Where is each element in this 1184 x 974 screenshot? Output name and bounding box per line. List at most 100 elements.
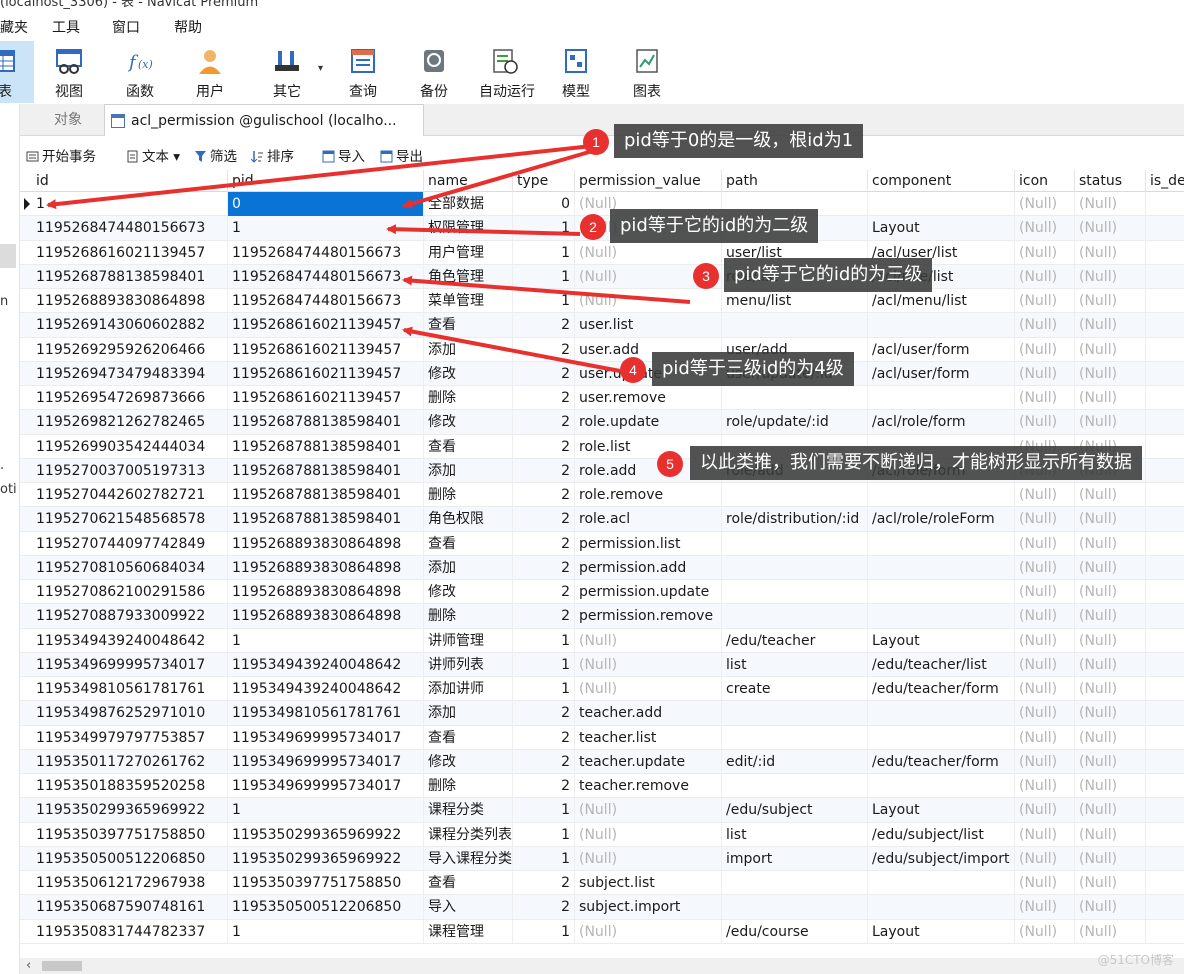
cell-pid[interactable]: 1195268474480156673 — [228, 240, 424, 265]
cell-icon[interactable]: (Null) — [1015, 919, 1075, 944]
scroll-left-icon[interactable]: ‹ — [26, 958, 31, 973]
cell-type[interactable]: 2 — [513, 725, 575, 750]
cell-type[interactable]: 2 — [513, 701, 575, 726]
cell-type[interactable]: 2 — [513, 410, 575, 435]
cell-pid[interactable]: 1195349699995734017 — [228, 749, 424, 774]
cell-name[interactable]: 导入课程分类 — [424, 846, 513, 871]
cell-icon[interactable]: (Null) — [1015, 749, 1075, 774]
cell-component[interactable] — [868, 313, 1015, 338]
table-row[interactable]: 1195350188359520258 1195349699995734017 删除… — [20, 774, 1184, 799]
cell-component[interactable]: /acl/role/roleForm — [868, 507, 1015, 532]
cell-status[interactable]: (Null) — [1075, 774, 1146, 798]
tab-acl-permission[interactable]: acl_permission @gulischool (localho... — [104, 104, 424, 136]
cell-type[interactable]: 2 — [513, 749, 575, 774]
column-header-component[interactable]: component — [868, 170, 1015, 192]
cell-type[interactable]: 2 — [513, 871, 575, 895]
cell-permission-value[interactable]: permission.update — [575, 580, 722, 604]
cell-icon[interactable]: (Null) — [1015, 240, 1075, 265]
cell-id[interactable]: 1195349876252971010 — [32, 701, 228, 726]
cell-type[interactable]: 1 — [513, 798, 575, 823]
cell-permission-value[interactable]: teacher.add — [575, 701, 722, 726]
cell-pid[interactable]: 1195268893830864898 — [228, 580, 424, 604]
menu-window[interactable]: 窗口 — [112, 17, 140, 37]
cell-id[interactable]: 1195349699995734017 — [32, 652, 228, 677]
cell-id[interactable]: 1 — [32, 192, 228, 216]
table-row[interactable]: 1195269547269873666 1195268616021139457 删除… — [20, 386, 1184, 411]
cell-id[interactable]: 1195349979797753857 — [32, 725, 228, 750]
cell-pid[interactable]: 1195349439240048642 — [228, 652, 424, 677]
cell-name[interactable]: 菜单管理 — [424, 289, 513, 313]
cell-component[interactable] — [868, 531, 1015, 556]
cell-type[interactable]: 1 — [513, 264, 575, 289]
cell-name[interactable]: 课程分类 — [424, 798, 513, 823]
cell-icon[interactable]: (Null) — [1015, 216, 1075, 241]
cell-permission-value[interactable]: (Null) — [575, 652, 722, 677]
cell-name[interactable]: 课程管理 — [424, 919, 513, 944]
cell-status[interactable]: (Null) — [1075, 798, 1146, 823]
cell-status[interactable]: (Null) — [1075, 216, 1146, 241]
cell-pid[interactable]: 1195268788138598401 — [228, 483, 424, 507]
cell-permission-value[interactable]: role.acl — [575, 507, 722, 532]
cell-id[interactable]: 1195269295926206466 — [32, 337, 228, 362]
cell-path[interactable] — [722, 871, 868, 895]
cell-status[interactable]: (Null) — [1075, 701, 1146, 726]
cell-component[interactable]: /acl/user/form — [868, 337, 1015, 362]
cell-pid[interactable]: 1195268616021139457 — [228, 313, 424, 338]
cell-type[interactable]: 1 — [513, 677, 575, 701]
cell-path[interactable] — [722, 774, 868, 798]
navigation-selected-item[interactable] — [0, 244, 16, 268]
cell-status[interactable]: (Null) — [1075, 264, 1146, 289]
cell-component[interactable] — [868, 604, 1015, 629]
sort-button[interactable]: 排序 — [251, 145, 294, 165]
cell-name[interactable]: 角色管理 — [424, 264, 513, 289]
cell-component[interactable]: Layout — [868, 628, 1015, 653]
cell-type[interactable]: 2 — [513, 555, 575, 580]
cell-path[interactable] — [722, 725, 868, 750]
cell-name[interactable]: 删除 — [424, 386, 513, 410]
cell-type[interactable]: 2 — [513, 313, 575, 338]
toolbar-query-button[interactable]: 查询 — [332, 41, 394, 103]
cell-name[interactable]: 添加 — [424, 555, 513, 580]
cell-path[interactable]: import — [722, 846, 868, 871]
cell-icon[interactable]: (Null) — [1015, 289, 1075, 313]
cell-component[interactable]: /edu/subject/import — [868, 846, 1015, 871]
cell-pid[interactable]: 1195350299365969922 — [228, 822, 424, 847]
cell-type[interactable]: 2 — [513, 531, 575, 556]
table-row[interactable]: 1195268893830864898 1195268474480156673 菜单… — [20, 289, 1184, 314]
export-button[interactable]: 导出 — [380, 145, 423, 165]
cell-path[interactable] — [722, 386, 868, 410]
scrollbar-thumb[interactable] — [42, 961, 82, 971]
table-row[interactable]: 1195350299365969922 1 课程分类 1 (Null)/edu/subj… — [20, 798, 1184, 823]
column-header-status[interactable]: status — [1075, 170, 1146, 192]
cell-status[interactable]: (Null) — [1075, 337, 1146, 362]
cell-icon[interactable]: (Null) — [1015, 361, 1075, 386]
cell-status[interactable]: (Null) — [1075, 555, 1146, 580]
cell-pid[interactable]: 1195268893830864898 — [228, 604, 424, 629]
text-view-button[interactable]: 文本 ▾ — [126, 145, 180, 165]
cell-pid[interactable]: 1195268893830864898 — [228, 531, 424, 556]
table-row[interactable]: 1195270621548568578 1195268788138598401 角色… — [20, 507, 1184, 532]
cell-permission-value[interactable]: (Null) — [575, 798, 722, 823]
cell-status[interactable]: (Null) — [1075, 677, 1146, 701]
cell-name[interactable]: 全部数据 — [424, 192, 513, 216]
cell-icon[interactable]: (Null) — [1015, 410, 1075, 435]
cell-name[interactable]: 查看 — [424, 434, 513, 459]
cell-pid[interactable]: 1195268474480156673 — [228, 289, 424, 313]
table-row[interactable]: 1195270810560684034 1195268893830864898 添加… — [20, 555, 1184, 580]
cell-status[interactable]: (Null) — [1075, 507, 1146, 532]
cell-component[interactable] — [868, 871, 1015, 895]
cell-name[interactable]: 权限管理 — [424, 216, 513, 241]
cell-status[interactable]: (Null) — [1075, 725, 1146, 750]
cell-permission-value[interactable]: subject.import — [575, 895, 722, 920]
cell-path[interactable] — [722, 483, 868, 507]
cell-id[interactable]: 1195269547269873666 — [32, 386, 228, 410]
cell-type[interactable]: 2 — [513, 337, 575, 362]
column-header-permission-value[interactable]: permission_value — [575, 170, 722, 192]
cell-id[interactable]: 1195270037005197313 — [32, 458, 228, 483]
column-header-name[interactable]: name — [424, 170, 513, 192]
table-row[interactable]: 1195350612172967938 1195350397751758850 查看… — [20, 871, 1184, 896]
menu-tools[interactable]: 工具 — [52, 17, 80, 37]
cell-path[interactable] — [722, 531, 868, 556]
cell-path[interactable]: role/distribution/:id — [722, 507, 868, 532]
table-row[interactable]: 1195349810561781761 1195349439240048642 添加… — [20, 677, 1184, 702]
